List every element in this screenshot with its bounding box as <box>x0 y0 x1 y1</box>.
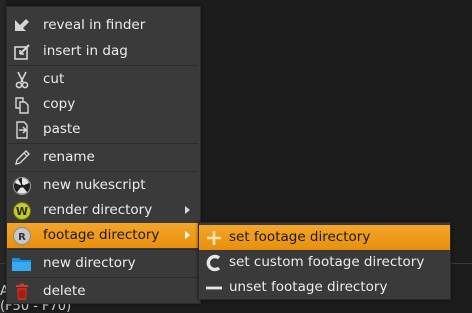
menu-item-label: insert in dag <box>43 43 128 59</box>
menu-item-footage-directory[interactable]: R footage directory <box>7 223 200 248</box>
menu-item-label: footage directory <box>43 227 160 243</box>
paste-arrow-icon <box>11 119 33 141</box>
submenu-item-label: unset footage directory <box>229 279 388 295</box>
folder-icon <box>11 253 33 275</box>
menu-separator <box>9 171 198 172</box>
submenu-item-set-custom-footage-directory[interactable]: set custom footage directory <box>199 250 450 275</box>
insert-square-icon <box>11 41 33 63</box>
menu-item-label: new nukescript <box>43 177 146 193</box>
submenu-item-unset-footage-directory[interactable]: unset footage directory <box>199 275 450 300</box>
menu-item-label: new directory <box>43 255 136 271</box>
submenu-arrow-icon <box>185 231 190 239</box>
scissors-icon <box>11 69 33 91</box>
menu-item-label: copy <box>43 96 76 112</box>
submenu-arrow-icon <box>185 206 190 214</box>
pencil-icon <box>11 147 33 169</box>
context-menu: reveal in finder insert in dag cut copy … <box>6 6 201 304</box>
menu-item-rename[interactable]: rename <box>7 145 200 170</box>
menu-item-label: cut <box>43 71 65 87</box>
menu-separator <box>9 249 198 250</box>
menu-item-label: rename <box>43 149 95 165</box>
menu-item-render-directory[interactable]: W render directory <box>7 198 200 223</box>
menu-separator <box>9 277 198 278</box>
menu-item-label: delete <box>43 283 86 299</box>
menu-separator <box>9 143 198 144</box>
menu-separator <box>9 65 198 66</box>
nuke-logo-icon <box>11 175 33 197</box>
w-badge-icon: W <box>11 200 33 222</box>
plus-icon <box>203 227 225 249</box>
reveal-arrow-icon <box>11 15 33 37</box>
submenu-item-label: set custom footage directory <box>229 254 425 270</box>
c-icon <box>203 252 225 274</box>
menu-item-new-directory[interactable]: new directory <box>7 251 200 276</box>
menu-item-copy[interactable]: copy <box>7 92 200 117</box>
minus-icon <box>203 277 225 299</box>
r-badge-icon: R <box>11 225 33 247</box>
menu-item-cut[interactable]: cut <box>7 67 200 92</box>
menu-item-insert-in-dag[interactable]: insert in dag <box>7 39 200 64</box>
svg-text:R: R <box>18 232 26 243</box>
menu-item-paste[interactable]: paste <box>7 117 200 142</box>
trash-icon <box>11 281 33 303</box>
submenu-item-set-footage-directory[interactable]: set footage directory <box>199 225 450 250</box>
svg-text:W: W <box>16 205 28 218</box>
footage-directory-submenu: set footage directory set custom footage… <box>198 222 451 300</box>
menu-item-reveal-in-finder[interactable]: reveal in finder <box>7 13 200 38</box>
menu-item-delete[interactable]: delete <box>7 279 200 304</box>
menu-item-label: reveal in finder <box>43 17 146 33</box>
app-background: AC (F50 - F70) reveal in finder insert i… <box>0 0 472 313</box>
menu-item-label: paste <box>43 121 81 137</box>
menu-item-new-nukescript[interactable]: new nukescript <box>7 173 200 198</box>
submenu-item-label: set footage directory <box>229 229 371 245</box>
menu-item-label: render directory <box>43 202 153 218</box>
copy-pages-icon <box>11 94 33 116</box>
